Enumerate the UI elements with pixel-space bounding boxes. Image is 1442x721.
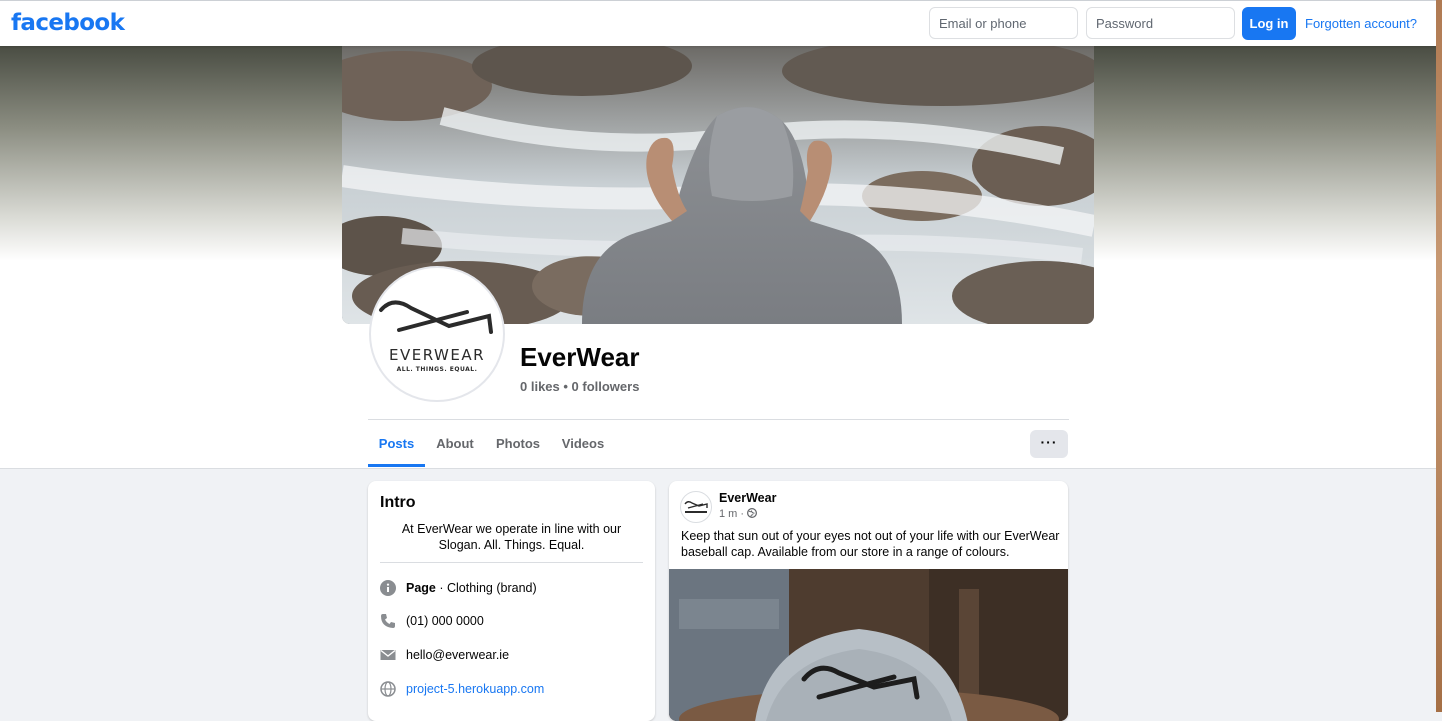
category-label: Page — [406, 581, 436, 595]
page-title: EverWear — [520, 342, 640, 372]
email-address: hello@everwear.ie — [406, 648, 510, 662]
post-timestamp[interactable]: 1 m · — [719, 508, 758, 520]
tab-photos[interactable]: Photos — [492, 420, 544, 467]
post-author[interactable]: EverWear — [719, 491, 776, 505]
login-button[interactable]: Log in — [1242, 7, 1296, 40]
facebook-logo[interactable]: facebook — [11, 10, 125, 36]
post-image[interactable] — [669, 569, 1068, 721]
phone-number: (01) 000 0000 — [406, 614, 484, 628]
intro-title: Intro — [380, 494, 416, 511]
intro-bio: At EverWear we operate in line with our … — [401, 522, 622, 552]
window-edge — [1436, 0, 1442, 712]
forgotten-account-link[interactable]: Forgotten account? — [1305, 16, 1417, 31]
profile-logo-tagline: ALL. THINGS. EQUAL. — [397, 366, 478, 373]
post-time: 1 m · — [719, 508, 748, 520]
info-icon — [380, 580, 396, 596]
likes-followers-count[interactable]: 0 likes • 0 followers — [520, 379, 639, 394]
mail-icon — [380, 649, 396, 660]
intro-card: Intro At EverWear we operate in line wit… — [368, 481, 655, 721]
phone-icon — [381, 614, 395, 628]
globe-icon — [380, 681, 396, 697]
post-text: Keep that sun out of your eyes not out o… — [681, 529, 1060, 559]
post-avatar[interactable] — [680, 491, 712, 523]
post-card: EverWear 1 m · Keep that sun out of your… — [669, 481, 1068, 721]
profile-logo-word: EVERWEAR — [389, 346, 485, 364]
profile-picture[interactable]: EVERWEAR ALL. THINGS. EQUAL. — [369, 266, 505, 402]
tab-posts[interactable]: Posts — [368, 420, 425, 467]
more-icon[interactable]: ··· — [1030, 430, 1068, 458]
website-link[interactable]: project-5.herokuapp.com — [406, 679, 544, 699]
tab-videos[interactable]: Videos — [558, 420, 608, 467]
password-field[interactable] — [1086, 7, 1235, 39]
email-field[interactable] — [929, 7, 1078, 39]
intro-divider — [380, 562, 643, 563]
top-bar: facebook Log in Forgotten account? — [0, 0, 1436, 46]
category-value: · Clothing (brand) — [435, 581, 537, 595]
tab-about[interactable]: About — [430, 420, 480, 467]
globe-privacy-icon — [747, 508, 758, 518]
